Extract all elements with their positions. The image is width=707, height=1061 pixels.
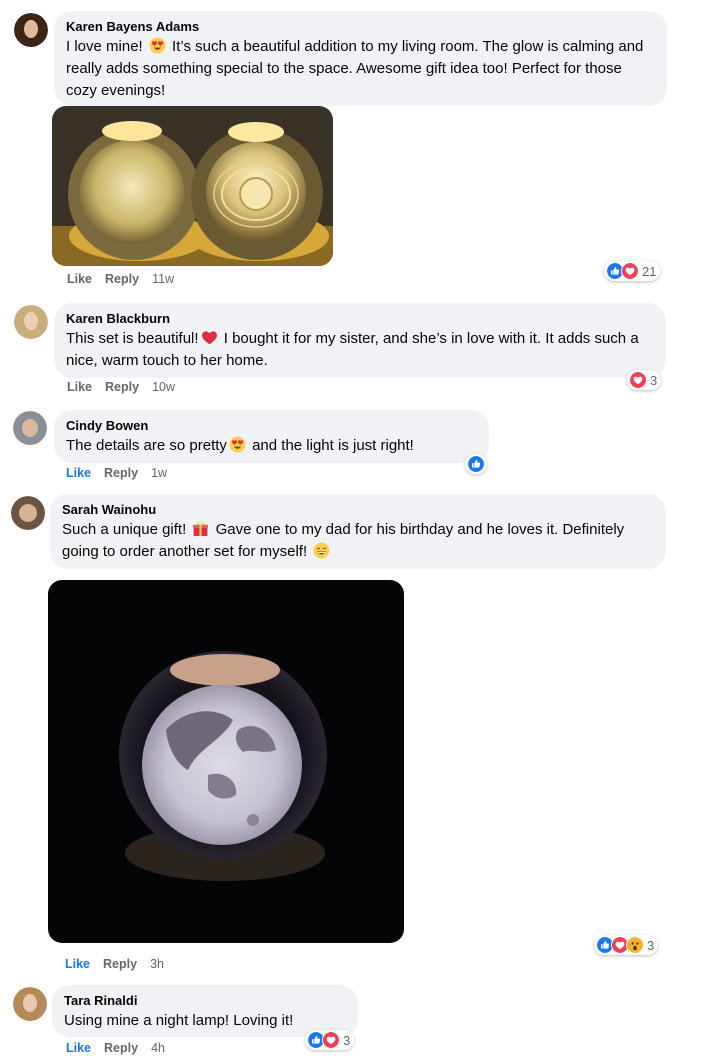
- love-reaction-icon: [322, 1031, 340, 1049]
- comment-bubble: Karen Bayens Adams I love mine! It’s suc…: [54, 11, 667, 106]
- comment-author[interactable]: Cindy Bowen: [66, 417, 477, 435]
- reply-link[interactable]: Reply: [104, 1041, 138, 1055]
- gift-emoji-icon: [192, 520, 209, 537]
- like-reaction-icon: [467, 455, 485, 473]
- comment-time[interactable]: 4h: [151, 1041, 165, 1055]
- like-link[interactable]: Like: [66, 1041, 91, 1055]
- comment-bubble: Cindy Bowen The details are so pretty an…: [54, 410, 489, 463]
- red-heart-emoji-icon: [201, 329, 218, 346]
- comment-time[interactable]: 3h: [150, 957, 164, 971]
- avatar[interactable]: [14, 13, 48, 47]
- reaction-summary[interactable]: [465, 454, 487, 474]
- reaction-summary[interactable]: 3: [305, 1030, 355, 1050]
- comment-author[interactable]: Tara Rinaldi: [64, 992, 346, 1010]
- avatar[interactable]: [13, 411, 47, 445]
- reaction-count: 3: [343, 1032, 351, 1048]
- comment-actions: Like Reply 11w: [67, 272, 187, 286]
- comment-text-part: I love mine!: [66, 38, 147, 55]
- reply-link[interactable]: Reply: [103, 957, 137, 971]
- avatar[interactable]: [11, 496, 45, 530]
- comment-actions: Like Reply 3h: [65, 957, 177, 971]
- comment-text-part: This set is beautiful!: [66, 330, 199, 347]
- comment-author[interactable]: Sarah Wainohu: [62, 501, 654, 519]
- comment-time[interactable]: 1w: [151, 466, 167, 480]
- reaction-summary[interactable]: 21: [604, 261, 661, 281]
- comment-author[interactable]: Karen Blackburn: [66, 310, 654, 328]
- comment-text: Using mine a night lamp! Loving it!: [64, 1012, 294, 1029]
- grinning-emoji-icon: [313, 542, 330, 559]
- comment-text: This set is beautiful! I bought it for m…: [66, 328, 654, 372]
- heart-eyes-emoji-icon: [149, 37, 166, 54]
- like-link[interactable]: Like: [67, 380, 92, 394]
- reply-link[interactable]: Reply: [105, 380, 139, 394]
- love-reaction-icon: [621, 262, 639, 280]
- comment-time[interactable]: 10w: [152, 380, 175, 394]
- reaction-summary[interactable]: 3: [627, 370, 662, 390]
- reaction-count: 3: [650, 372, 658, 388]
- wow-reaction-icon: [626, 936, 644, 954]
- comment-time[interactable]: 11w: [152, 272, 174, 286]
- comment-bubble: Karen Blackburn This set is beautiful! I…: [54, 303, 666, 378]
- comment-photo-crystal-balls[interactable]: [52, 106, 333, 266]
- reply-link[interactable]: Reply: [104, 466, 138, 480]
- comment-text-part: Such a unique gift!: [62, 521, 191, 538]
- comment-photo-moon-lamp[interactable]: [48, 580, 404, 943]
- like-link[interactable]: Like: [66, 466, 91, 480]
- comment-actions: Like Reply 10w: [67, 380, 188, 394]
- reaction-summary[interactable]: 3: [594, 935, 659, 955]
- reaction-count: 21: [642, 263, 657, 279]
- comment-text-part: and the light is just right!: [247, 437, 414, 454]
- comment-bubble: Sarah Wainohu Such a unique gift! Gave o…: [50, 494, 666, 569]
- comment-text: The details are so pretty and the light …: [66, 435, 477, 457]
- like-link[interactable]: Like: [67, 272, 92, 286]
- comment-author[interactable]: Karen Bayens Adams: [66, 18, 655, 36]
- comment-text: Such a unique gift! Gave one to my dad f…: [62, 519, 654, 563]
- heart-eyes-emoji-icon: [229, 436, 246, 453]
- reaction-count: 3: [647, 937, 655, 953]
- avatar[interactable]: [13, 987, 47, 1021]
- comment-text: I love mine! It’s such a beautiful addit…: [66, 36, 655, 102]
- comment-actions: Like Reply 4h: [66, 1041, 178, 1055]
- like-link[interactable]: Like: [65, 957, 90, 971]
- reply-link[interactable]: Reply: [105, 272, 139, 286]
- comment-text-part: The details are so pretty: [66, 437, 227, 454]
- love-reaction-icon: [629, 371, 647, 389]
- avatar[interactable]: [14, 305, 48, 339]
- comment-actions: Like Reply 1w: [66, 466, 180, 480]
